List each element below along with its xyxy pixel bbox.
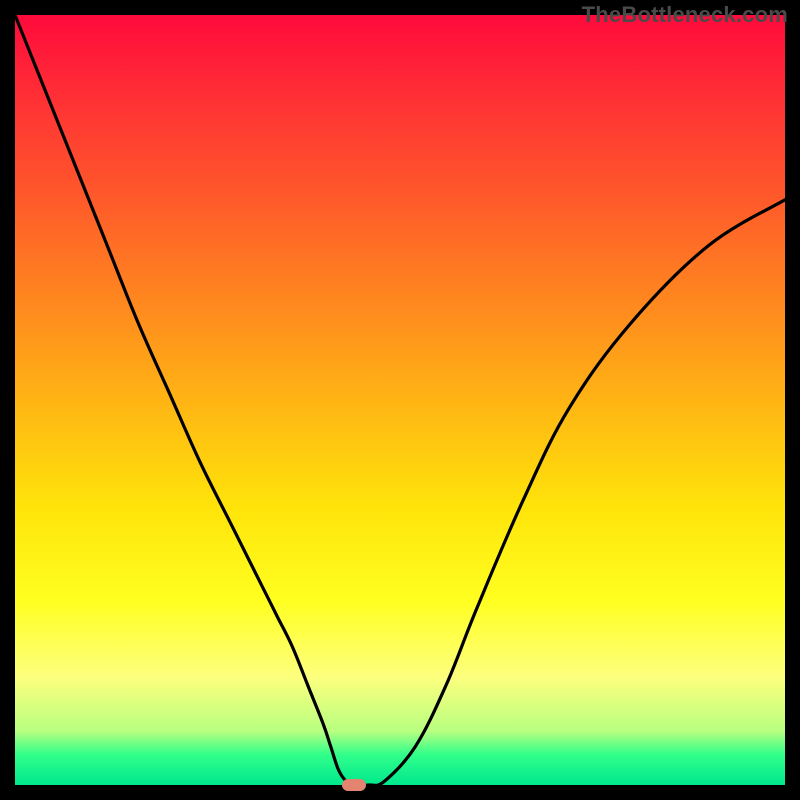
watermark-text: TheBottleneck.com [582,2,788,28]
chart-frame: TheBottleneck.com [0,0,800,800]
chart-plot-area [15,15,785,785]
